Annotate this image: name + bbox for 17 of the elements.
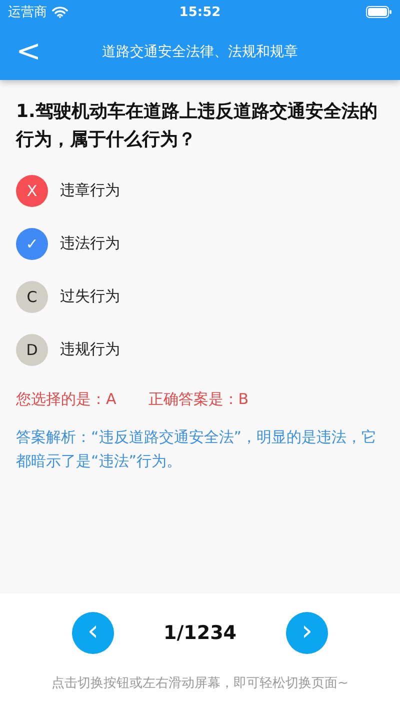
option-label[interactable]: 违法行为	[60, 234, 120, 253]
hint-text: 点击切换按钮或左右滑动屏幕，即可轻松切换页面~	[52, 675, 348, 692]
option-label[interactable]: 过失行为	[60, 287, 120, 306]
status-time: 15:52	[178, 4, 222, 20]
option-marker[interactable]: C	[16, 280, 48, 312]
option-label[interactable]: 违规行为	[60, 340, 120, 359]
question-text: 1.驾驶机动车在道路上违反道路交通安全法的行为，属于什么行为？	[16, 100, 378, 152]
battery-icon	[366, 6, 392, 18]
option-marker[interactable]: D	[16, 334, 48, 366]
wifi-icon	[52, 6, 68, 18]
chosen-answer: 您选择的是：A	[16, 390, 116, 409]
page-title: 道路交通安全法律、法规和规章	[101, 43, 299, 61]
option-label[interactable]: 违章行为	[60, 181, 120, 200]
correct-answer: 正确答案是：B	[148, 390, 249, 409]
answer-analysis: 答案解析：“违反道路交通安全法”，明显的是违法，它都暗示了是“违法”行为。	[16, 427, 378, 472]
page-counter: 1/1234	[162, 622, 238, 644]
carrier-name: 运营商	[8, 4, 47, 21]
